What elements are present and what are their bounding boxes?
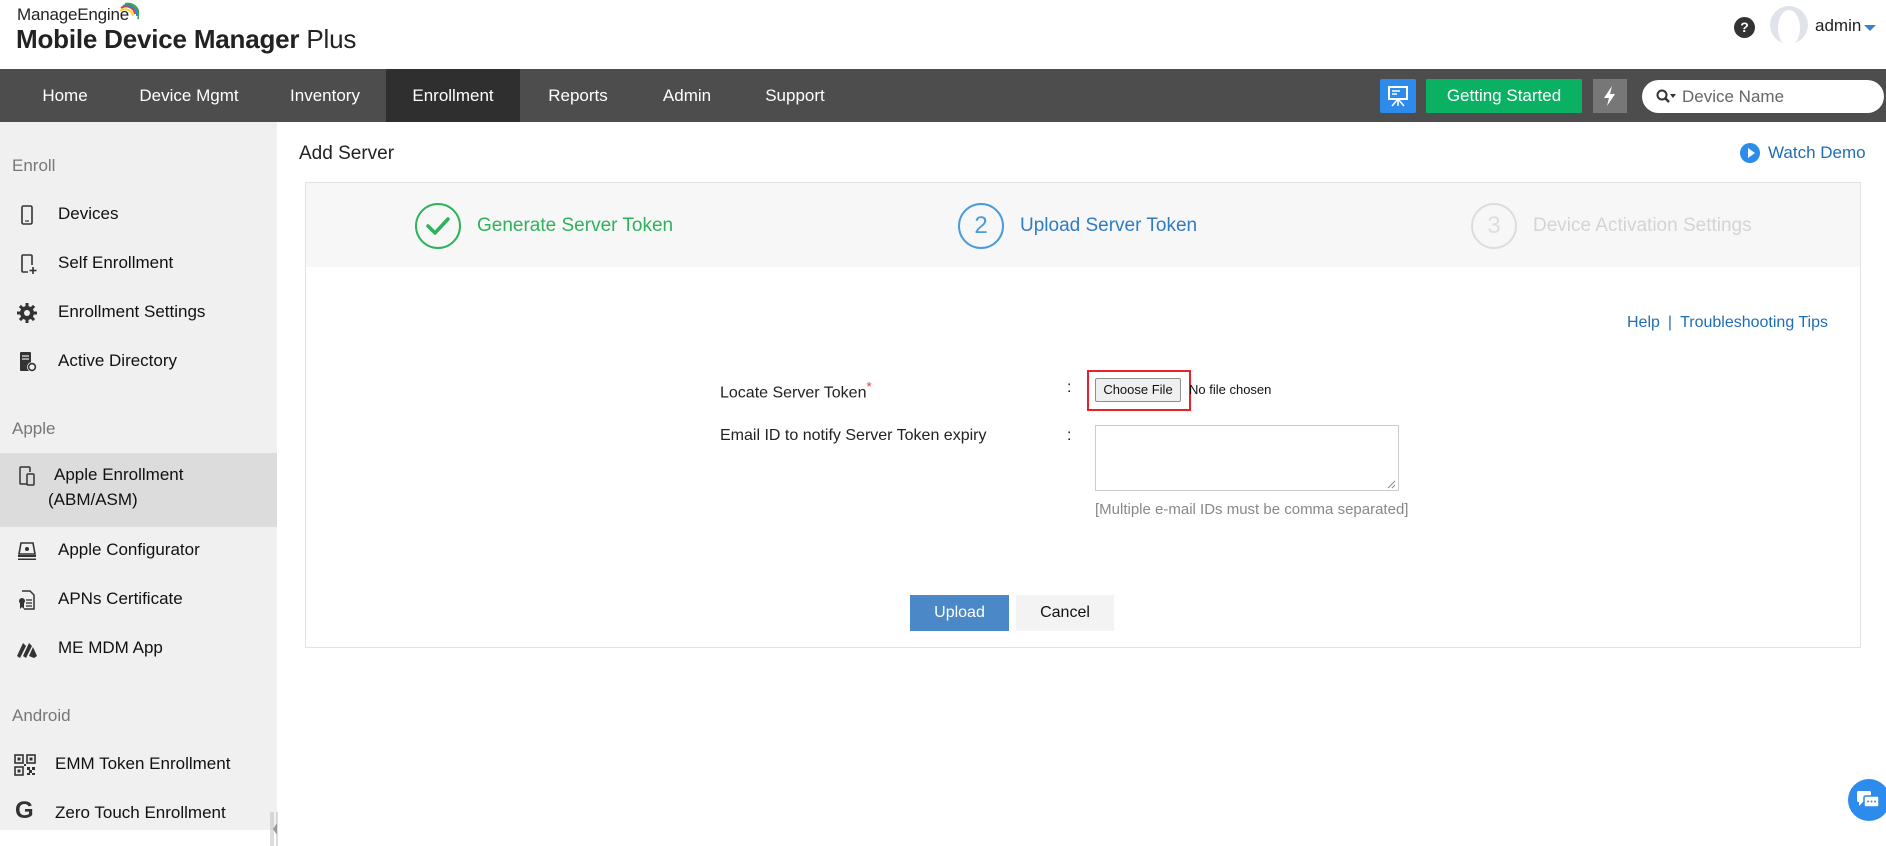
- presentation-button[interactable]: [1380, 79, 1416, 113]
- watch-demo-label: Watch Demo: [1768, 143, 1866, 162]
- lightning-icon: [1604, 86, 1615, 106]
- brand-product-suffix: Plus: [306, 24, 357, 54]
- sidebar-item-label: EMM Token Enrollment: [55, 754, 231, 773]
- label-text: Locate Server Token: [720, 384, 867, 402]
- sidebar-item-label: Zero Touch Enrollment: [55, 803, 226, 822]
- sidebar-item-label: Apple Enrollment: [54, 465, 184, 484]
- sidebar-item-me-mdm-app[interactable]: ME MDM App: [0, 625, 277, 673]
- troubleshooting-tips-link[interactable]: Troubleshooting Tips: [1680, 314, 1828, 331]
- sidebar-collapse-handle[interactable]: [270, 812, 279, 846]
- upload-button[interactable]: Upload: [910, 595, 1009, 631]
- sidebar-section-android: Android: [12, 706, 71, 725]
- sidebar-item-label: Active Directory: [58, 351, 178, 370]
- directory-server-icon: [20, 352, 37, 372]
- help-links: Help | Troubleshooting Tips: [1627, 314, 1828, 332]
- nav-reports[interactable]: Reports: [534, 69, 622, 122]
- step-device-activation-settings: 3 Device Activation Settings: [1471, 203, 1752, 249]
- gear-icon: [17, 303, 37, 323]
- sidebar-item-zero-touch-enrollment[interactable]: G Zero Touch Enrollment: [0, 790, 277, 838]
- caret-down-icon[interactable]: [1864, 25, 1876, 31]
- question-circle-icon[interactable]: ?: [1734, 17, 1755, 38]
- apple-configurator-icon: [18, 542, 36, 560]
- email-notify-textarea[interactable]: [1095, 425, 1399, 491]
- devices-icon: [19, 466, 35, 486]
- link-separator: |: [1667, 314, 1673, 331]
- step-label: Upload Server Token: [1020, 215, 1198, 236]
- sidebar-item-label: Self Enrollment: [58, 253, 174, 272]
- avatar[interactable]: [1770, 6, 1808, 44]
- file-status: No file chosen: [1189, 382, 1272, 397]
- main-nav: Home Device Mgmt Inventory Enrollment Re…: [0, 69, 1886, 122]
- chat-button[interactable]: [1848, 779, 1886, 821]
- resize-grip-icon[interactable]: [1386, 479, 1396, 489]
- step-label: Generate Server Token: [477, 215, 674, 236]
- presentation-icon: [1388, 86, 1408, 107]
- watch-demo-link[interactable]: Watch Demo: [1740, 142, 1866, 164]
- play-icon: [1740, 143, 1760, 163]
- label-colon: :: [1067, 427, 1072, 444]
- me-mdm-app-icon: [17, 643, 37, 658]
- nav-support[interactable]: Support: [752, 69, 838, 122]
- sidebar-item-emm-token-enrollment[interactable]: EMM Token Enrollment: [0, 741, 277, 789]
- nav-home[interactable]: Home: [25, 69, 105, 122]
- sidebar-item-apple-enrollment[interactable]: Apple Enrollment (ABM/ASM): [0, 453, 277, 527]
- step-upload-server-token[interactable]: 2 Upload Server Token: [958, 203, 1197, 249]
- nav-enrollment[interactable]: Enrollment: [386, 69, 520, 122]
- sidebar-section-apple: Apple: [12, 419, 56, 438]
- page-title: Add Server: [299, 143, 395, 164]
- sidebar-item-apple-configurator[interactable]: Apple Configurator: [0, 527, 277, 575]
- nav-inventory[interactable]: Inventory: [276, 69, 374, 122]
- sidebar-item-label: Apple Configurator: [58, 540, 200, 559]
- cancel-button[interactable]: Cancel: [1016, 595, 1114, 631]
- add-server-wizard: Generate Server Token 2 Upload Server To…: [305, 182, 1861, 648]
- app-header: ManageEngine Mobile Device Manager Plus …: [0, 0, 1886, 69]
- chat-icon: [1857, 791, 1880, 808]
- sidebar-item-apns-certificate[interactable]: APNs Certificate: [0, 576, 277, 624]
- mobile-add-icon: [21, 254, 37, 274]
- sidebar: Enroll Devices Self Enrollment Enrollmen…: [0, 122, 278, 846]
- check-icon: [426, 217, 450, 235]
- wizard-steps: Generate Server Token 2 Upload Server To…: [306, 183, 1860, 267]
- required-marker: *: [866, 379, 872, 394]
- quick-actions-button[interactable]: [1593, 79, 1627, 113]
- qr-code-icon: [14, 754, 36, 776]
- help-link[interactable]: Help: [1627, 314, 1660, 331]
- certificate-icon: [19, 590, 35, 610]
- brand-product: Mobile Device Manager Plus: [16, 24, 356, 55]
- step-label: Device Activation Settings: [1533, 215, 1752, 236]
- sidebar-item-label: ME MDM App: [58, 638, 163, 657]
- sidebar-item-label: APNs Certificate: [58, 589, 183, 608]
- google-g-icon: G: [15, 797, 34, 824]
- sidebar-item-label: Devices: [58, 204, 119, 223]
- nav-device-mgmt[interactable]: Device Mgmt: [125, 69, 253, 122]
- step-number: 2: [958, 203, 1004, 249]
- brand-company: ManageEngine: [17, 5, 129, 24]
- nav-admin[interactable]: Admin: [650, 69, 724, 122]
- getting-started-button[interactable]: Getting Started: [1426, 79, 1582, 113]
- sidebar-item-active-directory[interactable]: Active Directory: [0, 338, 277, 386]
- mobile-device-icon: [21, 205, 33, 225]
- choose-file-button[interactable]: Choose File: [1095, 378, 1181, 402]
- device-search[interactable]: [1642, 80, 1884, 113]
- step-done-circle: [415, 203, 461, 249]
- email-notify-label: Email ID to notify Server Token expiry: [720, 427, 987, 444]
- search-icon[interactable]: [1656, 89, 1678, 105]
- email-hint: [Multiple e-mail IDs must be comma separ…: [1095, 501, 1409, 518]
- sidebar-section-enroll: Enroll: [12, 156, 56, 175]
- step-number: 3: [1471, 203, 1517, 249]
- sidebar-item-self-enrollment[interactable]: Self Enrollment: [0, 240, 277, 288]
- user-name[interactable]: admin: [1815, 16, 1861, 36]
- search-input[interactable]: [1682, 80, 1877, 113]
- sidebar-item-label: Enrollment Settings: [58, 302, 206, 321]
- sidebar-item-label-line2: (ABM/ASM): [48, 490, 138, 509]
- sidebar-item-enrollment-settings[interactable]: Enrollment Settings: [0, 289, 277, 337]
- label-colon: :: [1067, 379, 1072, 396]
- locate-server-token-label: Locate Server Token*: [720, 379, 872, 402]
- brand-logo-icon: [119, 2, 139, 20]
- sidebar-item-devices[interactable]: Devices: [0, 191, 277, 239]
- brand-product-name: Mobile Device Manager: [16, 24, 300, 54]
- step-generate-server-token[interactable]: Generate Server Token: [415, 203, 673, 249]
